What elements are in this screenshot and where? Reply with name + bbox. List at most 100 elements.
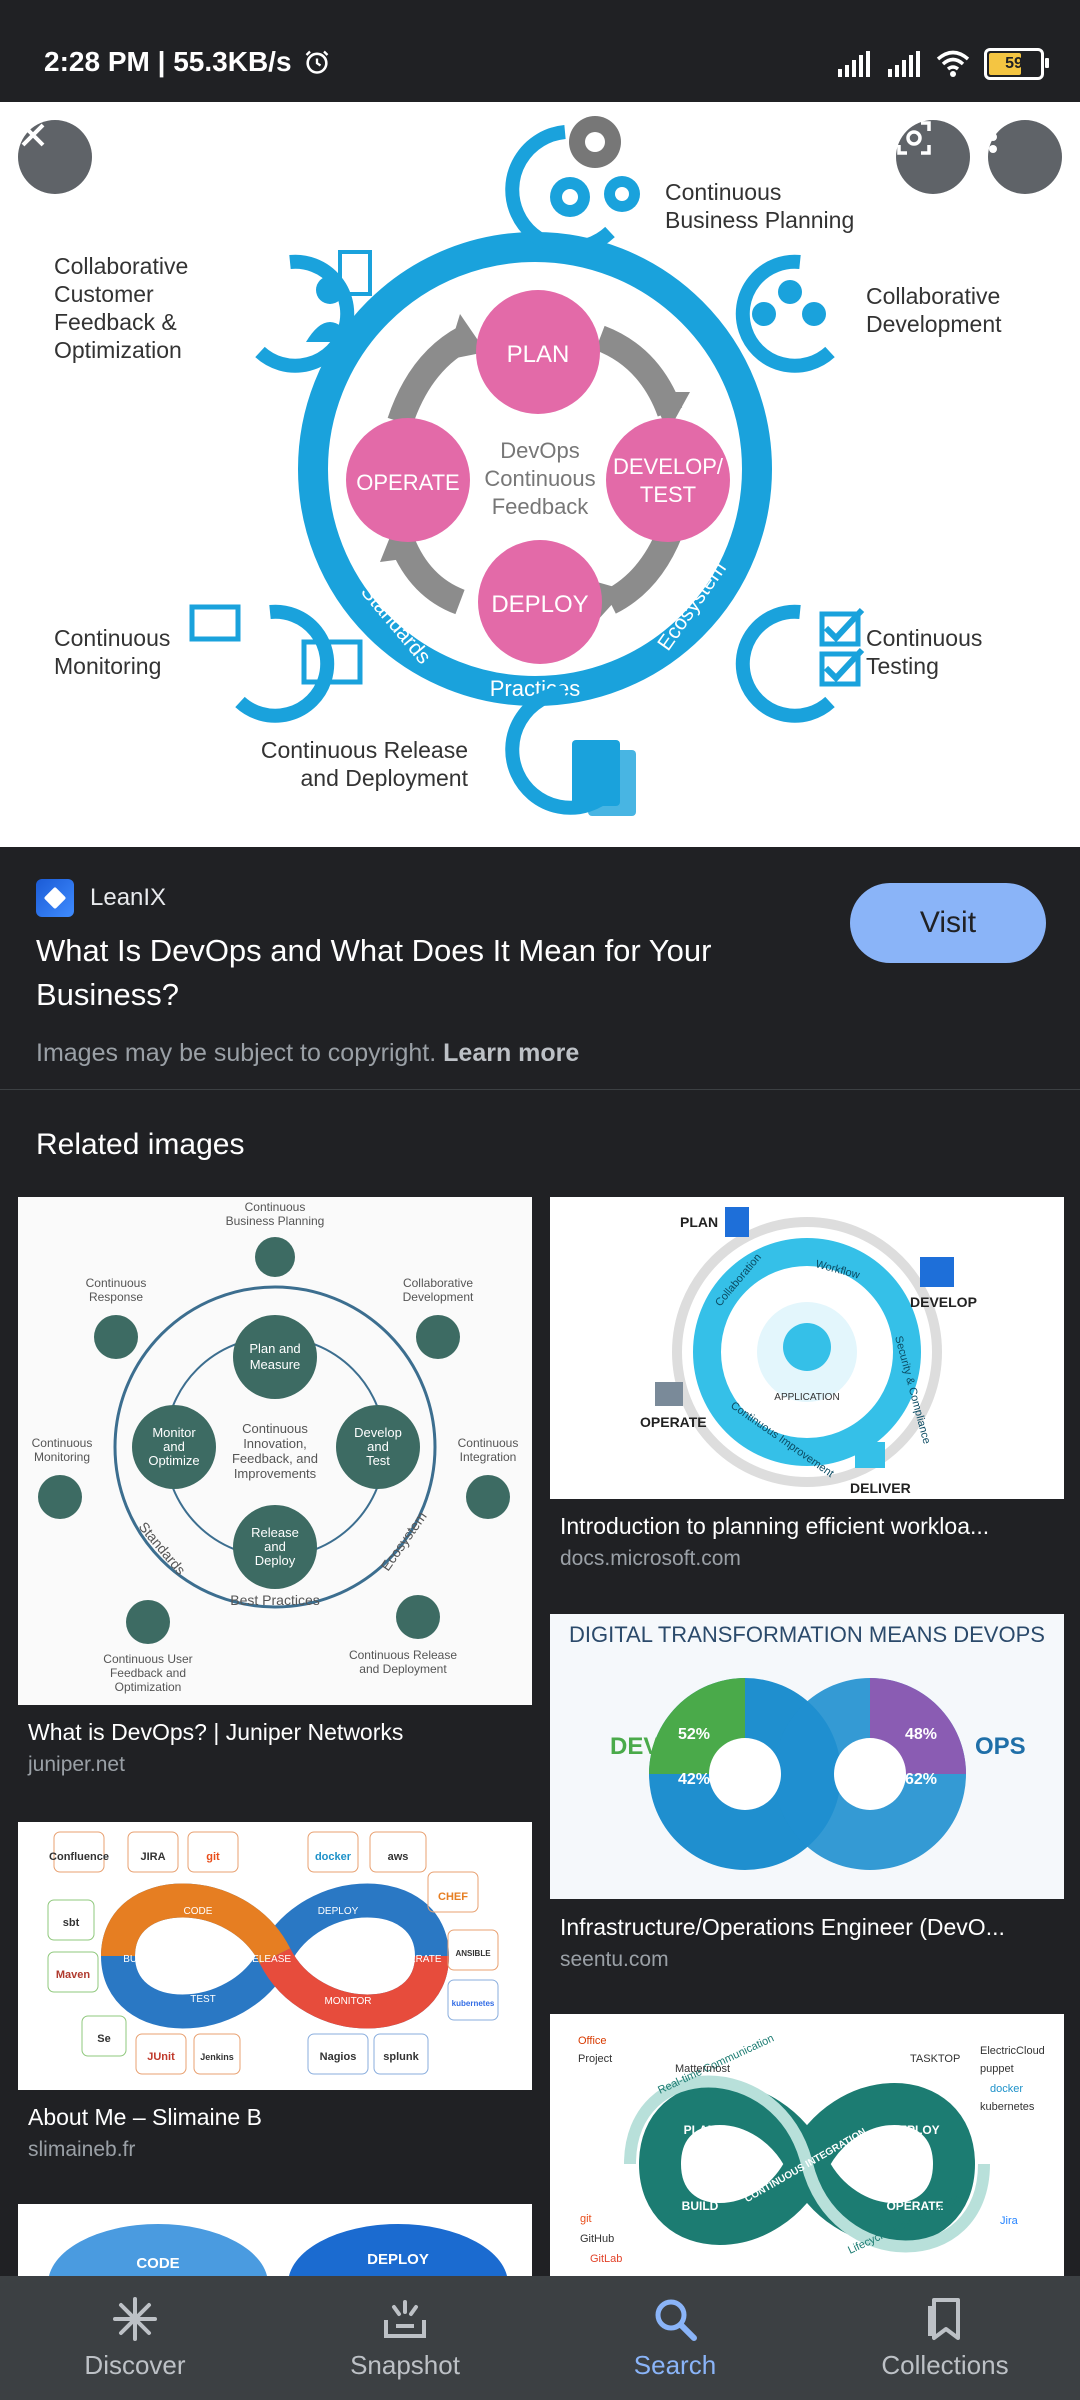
related-source: seentu.com — [560, 1948, 669, 1971]
svg-text:and Deployment: and Deployment — [301, 765, 469, 791]
svg-text:62%: 62% — [905, 1771, 937, 1788]
related-source: docs.microsoft.com — [560, 1547, 741, 1570]
close-button[interactable] — [18, 120, 92, 194]
related-image-card[interactable]: PLAN BUILD CONTINUOUS INTEGRATION DEPLOY… — [550, 2014, 1064, 2276]
svg-text:BUILD: BUILD — [123, 1954, 152, 1965]
svg-text:Response: Response — [89, 1290, 143, 1304]
svg-text:TEST: TEST — [640, 482, 696, 507]
visit-button[interactable]: Visit — [850, 883, 1046, 963]
related-title[interactable]: Introduction to planning efficient workl… — [560, 1513, 1054, 1540]
svg-text:CODE: CODE — [136, 2255, 179, 2272]
svg-text:OPERATE: OPERATE — [356, 470, 460, 495]
svg-text:Continuous Release: Continuous Release — [261, 737, 468, 763]
learn-more-link[interactable]: Learn more — [443, 1039, 579, 1067]
svg-text:OPS: OPS — [975, 1733, 1026, 1760]
svg-text:Business Planning: Business Planning — [665, 207, 854, 233]
svg-text:OPERATE: OPERATE — [640, 1414, 707, 1430]
svg-text:Continuous: Continuous — [54, 625, 170, 651]
svg-text:Collaborative: Collaborative — [403, 1276, 473, 1290]
svg-text:GitLab: GitLab — [590, 2253, 622, 2265]
battery-icon: 59 — [984, 48, 1049, 80]
svg-text:Continuous: Continuous — [32, 1436, 93, 1450]
nav-collections[interactable]: Collections — [810, 2276, 1080, 2400]
svg-text:Continuous: Continuous — [866, 625, 982, 651]
svg-text:CODE: CODE — [184, 1906, 213, 1917]
status-bar: 2:28 PM | 55.3KB/s 59 — [0, 0, 1080, 102]
svg-text:Feedback and: Feedback and — [110, 1666, 186, 1680]
related-thumbnail[interactable]: DIGITAL TRANSFORMATION MEANS DEVOPS DEV … — [550, 1614, 1064, 1899]
svg-text:Continuous: Continuous — [245, 1200, 306, 1214]
source[interactable]: LeanIX — [36, 879, 166, 917]
asterisk-icon — [113, 2296, 157, 2341]
related-source: slimaineb.fr — [28, 2138, 136, 2161]
svg-text:Project: Project — [578, 2053, 612, 2065]
signal-icon — [838, 51, 870, 77]
svg-text:Continuous: Continuous — [242, 1421, 308, 1436]
more-vert-icon — [989, 121, 997, 153]
svg-text:Continuous: Continuous — [484, 466, 595, 491]
related-thumbnail[interactable]: CODE BUILD TEST RELEASE DEPLOY OPERATE M… — [18, 1822, 532, 2090]
related-title[interactable]: About Me – Slimaine B — [28, 2104, 522, 2131]
svg-text:DevOps: DevOps — [500, 438, 579, 463]
svg-text:MONITOR: MONITOR — [324, 1996, 371, 2007]
svg-text:Development: Development — [403, 1290, 474, 1304]
svg-text:DEPLOY: DEPLOY — [367, 2251, 429, 2268]
related-title[interactable]: What is DevOps? | Juniper Networks — [28, 1719, 522, 1746]
svg-text:Se: Se — [97, 2033, 110, 2045]
svg-text:PLAN: PLAN — [680, 1214, 718, 1230]
related-title[interactable]: Infrastructure/Operations Engineer (DevO… — [560, 1914, 1054, 1941]
nav-label: Collections — [881, 2349, 1009, 2380]
svg-text:git: git — [206, 1851, 220, 1863]
more-options-button[interactable] — [988, 120, 1062, 194]
related-image-card[interactable]: APPLICATION Collaboration Workflow Secur… — [550, 1197, 1064, 1577]
svg-text:Deploy: Deploy — [255, 1553, 296, 1568]
nav-snapshot[interactable]: Snapshot — [270, 2276, 540, 2400]
related-source: juniper.net — [28, 1753, 125, 1776]
svg-text:BUILD: BUILD — [682, 2199, 719, 2213]
related-thumbnail[interactable]: APPLICATION Collaboration Workflow Secur… — [550, 1197, 1064, 1499]
related-thumbnail[interactable]: PLAN BUILD CONTINUOUS INTEGRATION DEPLOY… — [550, 2014, 1064, 2276]
svg-text:JUnit: JUnit — [147, 2051, 175, 2063]
result-title[interactable]: What Is DevOps and What Does It Mean for… — [36, 929, 776, 1017]
copyright-notice: Images may be subject to copyright. Lear… — [36, 1039, 580, 1067]
svg-text:Maven: Maven — [56, 1969, 91, 1981]
svg-text:Innovation,: Innovation, — [243, 1436, 307, 1451]
signal-icon — [888, 51, 920, 77]
svg-text:Feedback, and: Feedback, and — [232, 1451, 318, 1466]
svg-text:Mattermost: Mattermost — [675, 2063, 730, 2075]
svg-text:Optimize: Optimize — [148, 1453, 199, 1468]
svg-text:DEPLOY: DEPLOY — [318, 1906, 359, 1917]
svg-text:Collaborative: Collaborative — [866, 283, 1000, 309]
svg-text:GitHub: GitHub — [580, 2233, 614, 2245]
source-name: LeanIX — [90, 884, 167, 911]
related-images-heading: Related images — [36, 1128, 245, 1161]
svg-text:Monitoring: Monitoring — [54, 653, 161, 679]
svg-text:42%: 42% — [678, 1771, 710, 1788]
svg-text:Feedback &: Feedback & — [54, 309, 177, 335]
svg-text:JIRA: JIRA — [140, 1851, 165, 1863]
main-image[interactable]: PLAN DEVELOP/ TEST DEPLOY OPERATE DevOps… — [0, 102, 1080, 847]
svg-text:Develop: Develop — [354, 1425, 402, 1440]
svg-text:48%: 48% — [905, 1726, 937, 1743]
nav-label: Discover — [84, 2349, 186, 2380]
nav-discover[interactable]: Discover — [0, 2276, 270, 2400]
lens-button[interactable] — [896, 120, 970, 194]
svg-text:Release: Release — [251, 1525, 299, 1540]
related-image-card[interactable]: Plan and Measure Develop and Test Releas… — [18, 1197, 532, 1787]
related-image-card[interactable]: CODE BUILD TEST RELEASE DEPLOY OPERATE M… — [18, 1822, 532, 2167]
nav-search[interactable]: Search — [540, 2276, 810, 2400]
svg-text:RELEASE: RELEASE — [245, 1954, 291, 1965]
svg-text:52%: 52% — [678, 1726, 710, 1743]
related-thumbnail[interactable]: Plan and Measure Develop and Test Releas… — [18, 1197, 532, 1705]
svg-text:Monitor: Monitor — [152, 1425, 196, 1440]
svg-text:and: and — [367, 1439, 389, 1454]
related-thumbnail[interactable]: CODE DEPLOY — [18, 2204, 532, 2276]
svg-text:TEST: TEST — [190, 1994, 216, 2005]
related-image-card[interactable]: CODE DEPLOY — [18, 2204, 532, 2276]
svg-text:Office: Office — [578, 2035, 607, 2047]
svg-text:Measure: Measure — [250, 1357, 301, 1372]
related-image-card[interactable]: DIGITAL TRANSFORMATION MEANS DEVOPS DEV … — [550, 1614, 1064, 1974]
svg-text:Testing: Testing — [866, 653, 939, 679]
bottom-navigation: Discover Snapshot Search Collections — [0, 2276, 1080, 2400]
svg-text:Jenkins: Jenkins — [200, 2052, 234, 2062]
